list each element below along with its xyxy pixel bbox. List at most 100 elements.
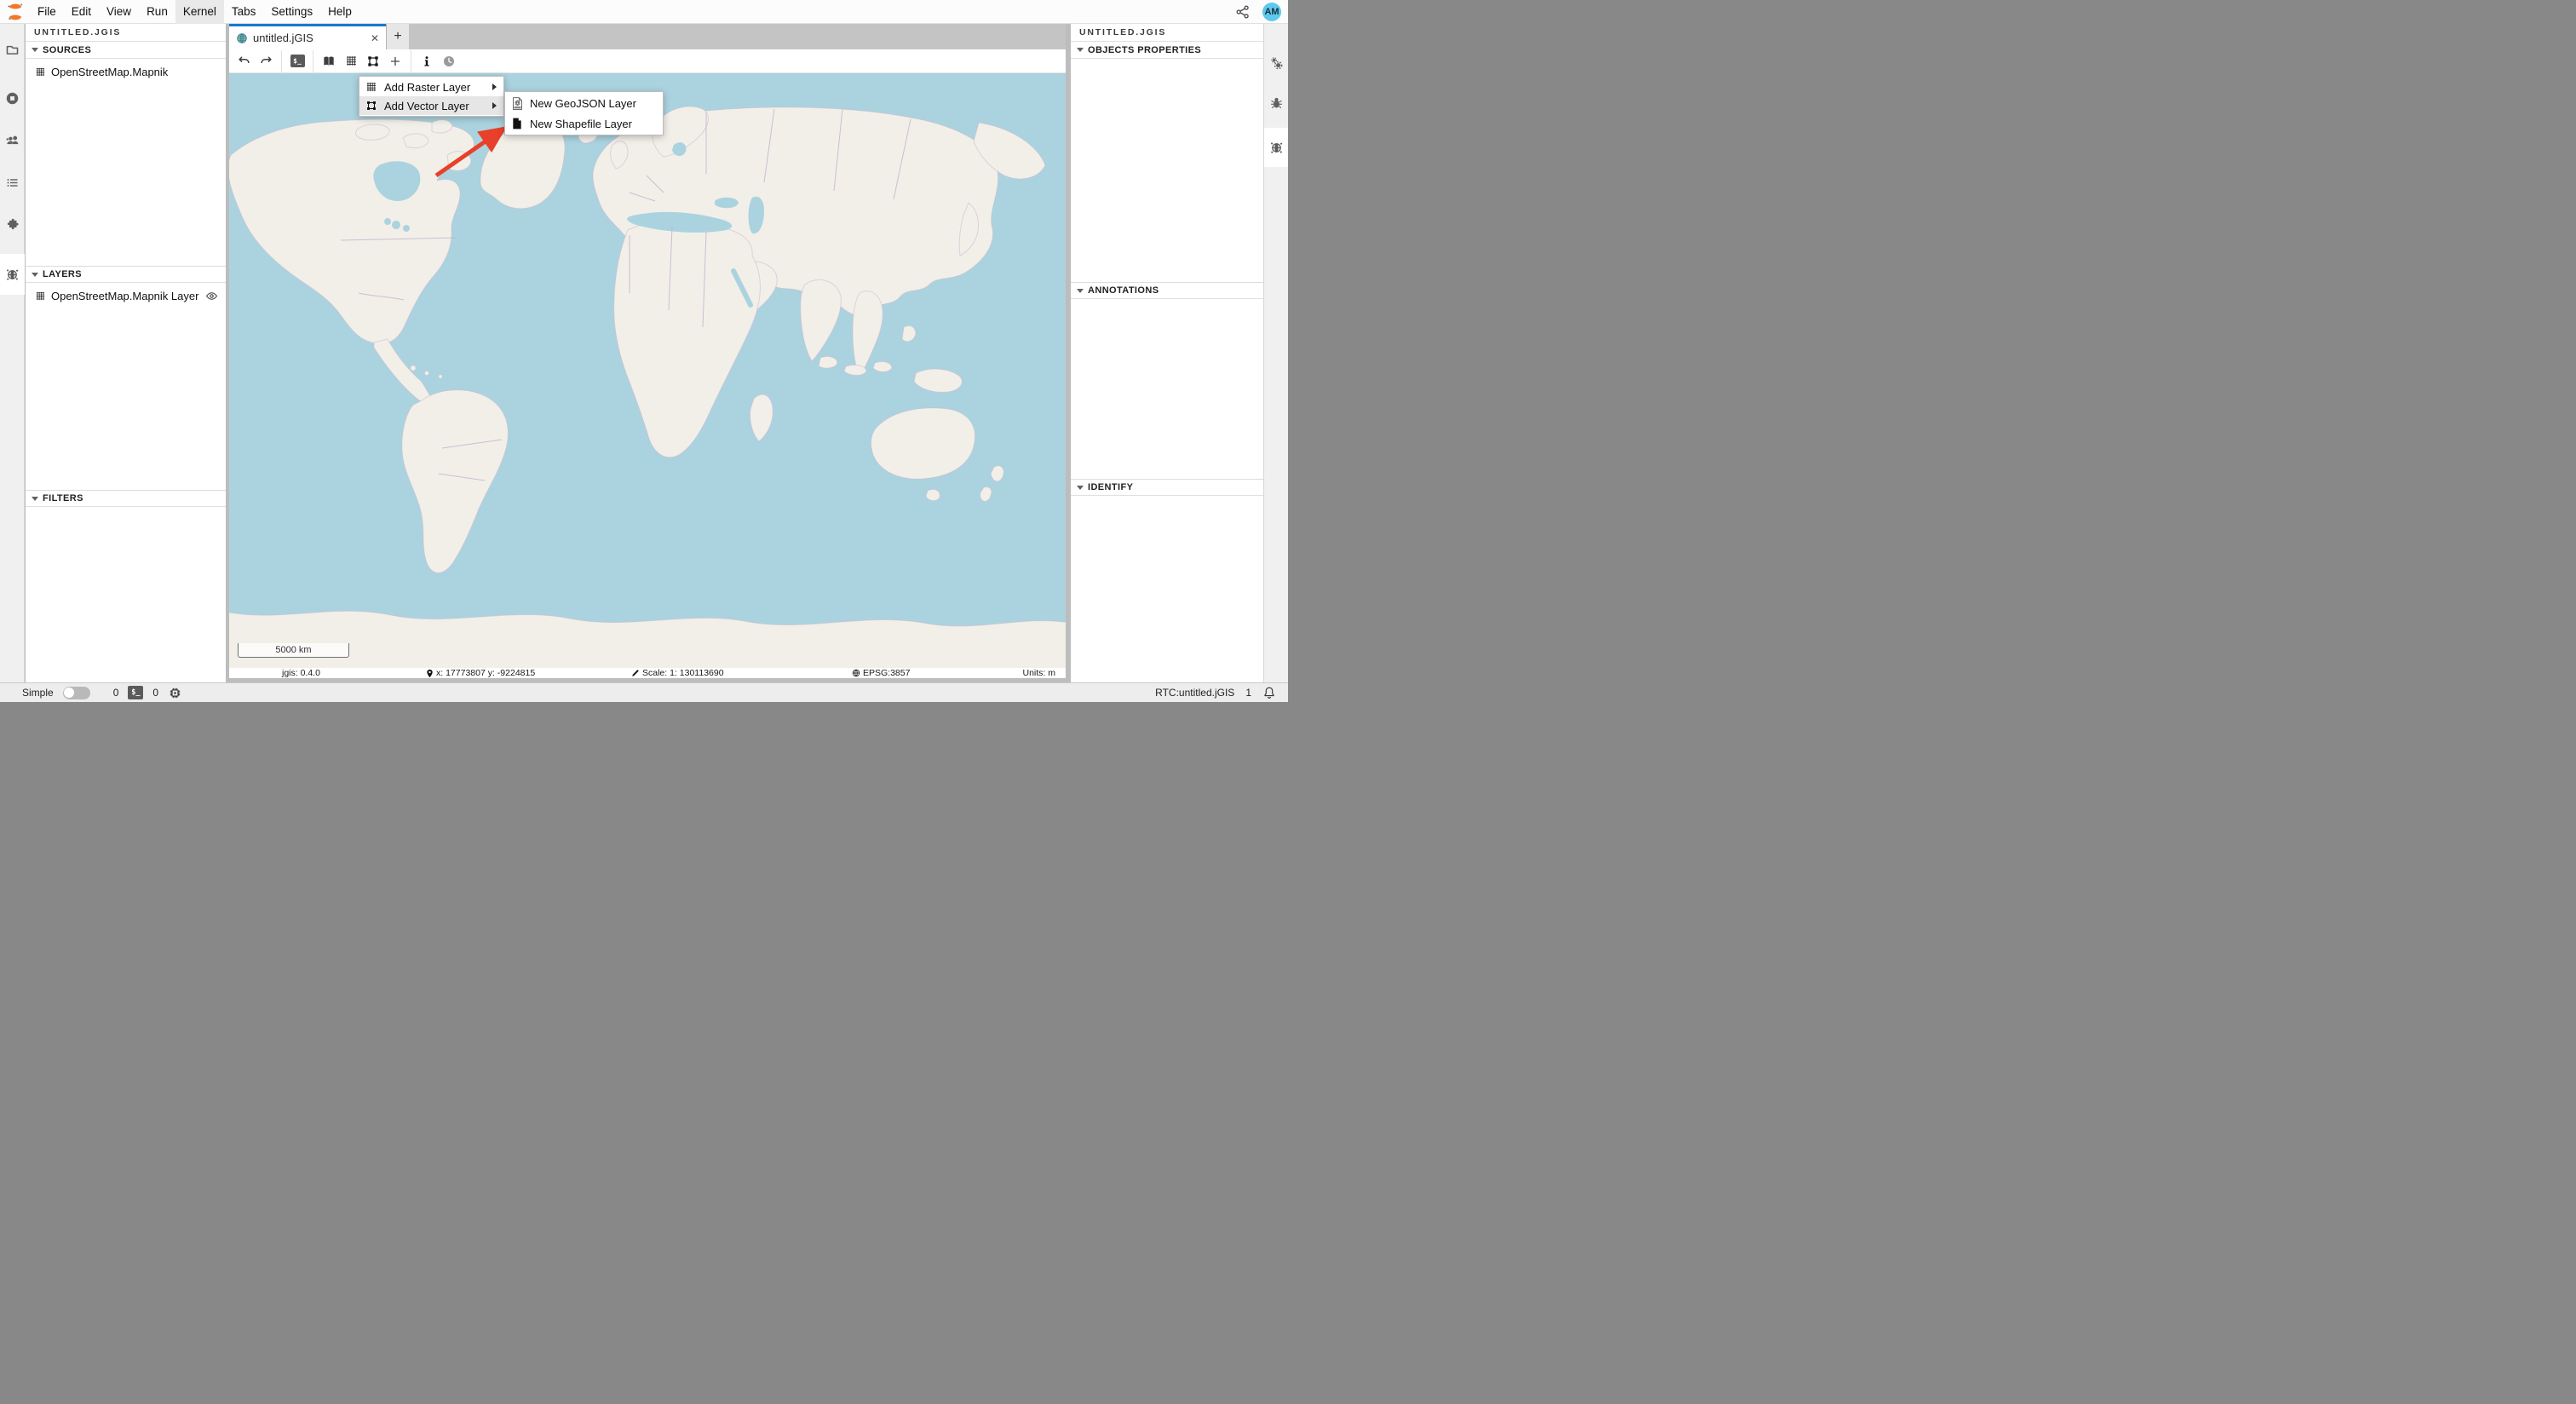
extensions-tab[interactable]: [0, 205, 25, 243]
menu-bar: File Edit View Run Kernel Tabs Settings …: [0, 0, 1288, 24]
filters-label: FILTERS: [43, 493, 83, 503]
debugger-tab[interactable]: [1264, 83, 1288, 121]
menu-item-add-raster-layer[interactable]: Add Raster Layer: [359, 78, 503, 96]
menu-file[interactable]: File: [30, 0, 64, 24]
kernel-chip-icon[interactable]: [168, 686, 182, 700]
menu-edit[interactable]: Edit: [64, 0, 99, 24]
chevron-down-icon: [1077, 486, 1084, 490]
terminal-icon[interactable]: $_: [128, 686, 143, 699]
globe-grid-icon: [852, 669, 860, 677]
left-sidebar-panel: UNTITLED.JGIS SOURCES OpenStreetMap.Mapn…: [26, 24, 226, 682]
source-item-label: OpenStreetMap.Mapnik: [51, 66, 168, 78]
menu-view[interactable]: View: [99, 0, 139, 24]
document-tab[interactable]: untitled.jGIS ✕: [229, 24, 386, 49]
info-icon: [421, 55, 433, 67]
open-book-icon: [322, 55, 336, 68]
chevron-down-icon: [32, 497, 38, 501]
stop-circle-icon: [5, 91, 20, 106]
globe-icon: [1269, 141, 1284, 155]
notification-count[interactable]: 1: [1245, 687, 1251, 699]
menu-run[interactable]: Run: [139, 0, 175, 24]
clock-icon: [442, 55, 456, 68]
kernel-count[interactable]: 0: [152, 687, 158, 699]
menu-help[interactable]: Help: [320, 0, 359, 24]
source-item[interactable]: OpenStreetMap.Mapnik: [26, 64, 226, 80]
simple-mode-toggle[interactable]: [63, 687, 90, 699]
layers-label: LAYERS: [43, 269, 82, 279]
console-button[interactable]: $_: [286, 51, 308, 72]
map-status-bar: jgis: 0.4.0 x: 17773807 y: -9224815 Scal…: [229, 668, 1066, 678]
shapefile-icon: [512, 118, 522, 129]
running-sessions-tab[interactable]: [0, 79, 25, 117]
location-pin-icon: [426, 669, 434, 678]
redo-button[interactable]: [255, 51, 277, 72]
pencil-icon: [631, 669, 640, 677]
collaboration-tab[interactable]: [0, 121, 25, 158]
list-icon: [5, 176, 20, 190]
identify-label: IDENTIFY: [1088, 482, 1133, 492]
document-tab-bar: untitled.jGIS ✕ +: [229, 24, 1066, 49]
jgis-file-icon: [236, 32, 248, 44]
puzzle-icon: [5, 217, 20, 232]
folder-icon: [5, 43, 20, 57]
map-toolbar: $_: [229, 49, 1066, 73]
terminal-count[interactable]: 0: [113, 687, 119, 699]
bell-icon[interactable]: [1262, 686, 1276, 699]
menu-item-new-geojson-layer[interactable]: New GeoJSON Layer: [505, 93, 663, 113]
map-scale-readout: Scale: 1: 130113690: [631, 668, 724, 678]
terminal-icon: $_: [290, 55, 305, 67]
menu-kernel[interactable]: Kernel: [175, 0, 224, 24]
share-icon[interactable]: [1235, 4, 1251, 20]
temporal-controller-button[interactable]: [438, 51, 460, 72]
raster-grid-icon: [365, 81, 377, 93]
chevron-down-icon: [1077, 48, 1084, 52]
objects-properties-header[interactable]: OBJECTS PROPERTIES: [1071, 42, 1263, 59]
menu-item-new-shapefile-layer[interactable]: New Shapefile Layer: [505, 113, 663, 134]
chevron-down-icon: [32, 273, 38, 277]
file-browser-tab[interactable]: [0, 31, 25, 68]
annotations-body: [1071, 299, 1263, 479]
map-canvas[interactable]: 5000 km: [229, 73, 1066, 668]
menu-item-add-vector-layer[interactable]: Add Vector Layer: [359, 96, 503, 115]
left-activity-bar: [0, 24, 25, 682]
layer-item[interactable]: OpenStreetMap.Mapnik Layer: [26, 288, 226, 304]
visibility-eye-icon[interactable]: [205, 290, 218, 302]
identify-button[interactable]: [416, 51, 438, 72]
menu-tabs[interactable]: Tabs: [224, 0, 264, 24]
layers-section-body: OpenStreetMap.Mapnik Layer: [26, 288, 226, 490]
map-units: Units: m: [1022, 668, 1055, 678]
objects-properties-body: [1071, 59, 1263, 282]
basemap-button[interactable]: [318, 51, 340, 72]
new-launcher-button[interactable]: +: [386, 24, 409, 49]
annotations-header[interactable]: ANNOTATIONS: [1071, 282, 1263, 299]
globe-icon: [5, 268, 20, 282]
identify-header[interactable]: IDENTIFY: [1071, 479, 1263, 496]
add-layer-menu: Add Raster Layer Add Vector Layer: [359, 76, 504, 117]
table-of-contents-tab[interactable]: [0, 164, 25, 201]
jupyter-logo-icon: [6, 3, 25, 21]
map-scale-bar: 5000 km: [238, 643, 349, 658]
jupyterlab-window: File Edit View Run Kernel Tabs Settings …: [0, 0, 1288, 702]
filters-section-header[interactable]: FILTERS: [26, 490, 226, 507]
chevron-down-icon: [1077, 289, 1084, 293]
layers-section-header[interactable]: LAYERS: [26, 266, 226, 283]
jgis-panel-tab[interactable]: [0, 256, 25, 293]
rtc-session-label[interactable]: RTC:untitled.jGIS: [1155, 687, 1234, 699]
property-inspector-tab[interactable]: [1264, 44, 1288, 82]
map-crs: EPSG:3857: [852, 668, 910, 678]
new-layer-button[interactable]: [384, 51, 406, 72]
add-vector-button[interactable]: [362, 51, 384, 72]
bug-icon: [1269, 95, 1284, 110]
raster-grid-icon: [35, 66, 46, 78]
add-raster-button[interactable]: [340, 51, 362, 72]
jgis-right-panel-tab[interactable]: [1264, 129, 1288, 166]
redo-icon: [259, 54, 273, 68]
close-tab-icon[interactable]: ✕: [371, 32, 379, 44]
menu-settings[interactable]: Settings: [263, 0, 320, 24]
sources-section-header[interactable]: SOURCES: [26, 42, 226, 59]
users-icon: [5, 133, 20, 147]
vector-square-icon: [365, 100, 377, 112]
undo-button[interactable]: [233, 51, 255, 72]
user-avatar[interactable]: AM: [1262, 3, 1281, 21]
undo-icon: [237, 54, 251, 68]
